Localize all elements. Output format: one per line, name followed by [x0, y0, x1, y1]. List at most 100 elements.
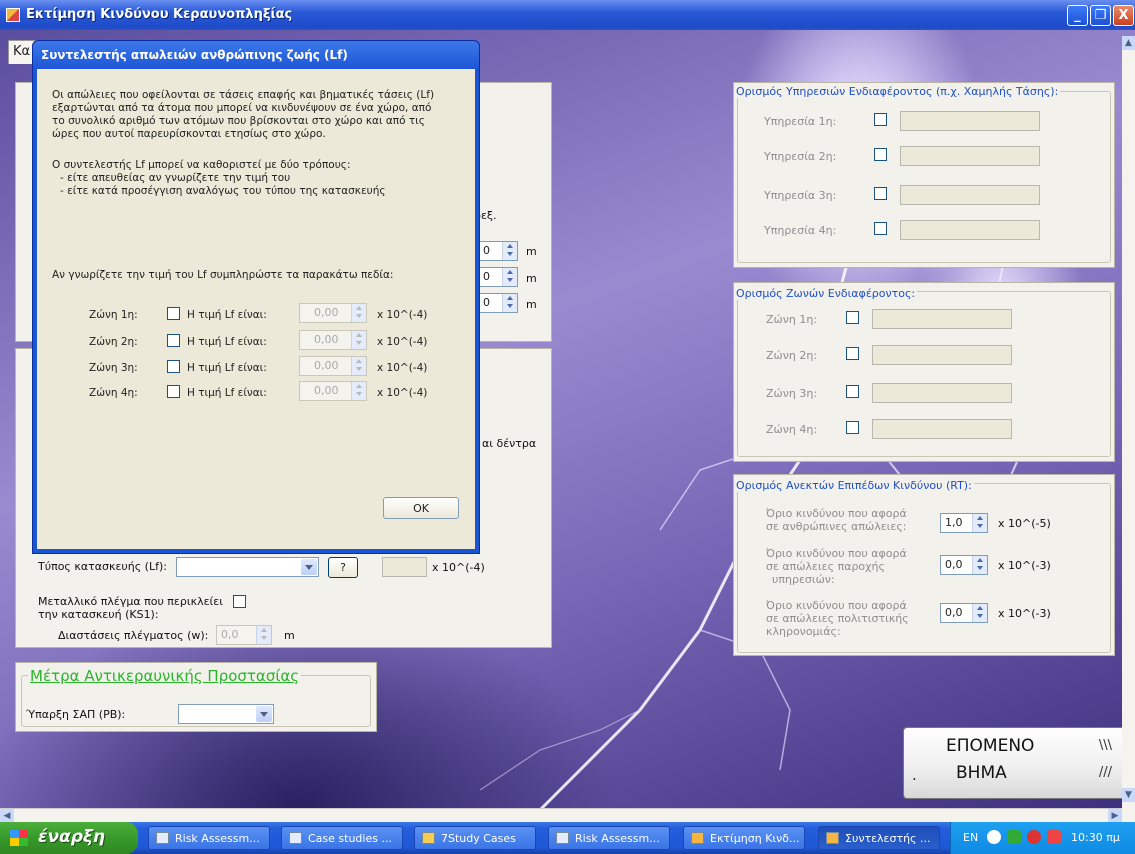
app-icon: [691, 832, 704, 844]
maximize-button[interactable]: ❐: [1090, 5, 1111, 26]
zone-3-field[interactable]: [872, 383, 1012, 403]
zone-2-unit: x 10^(-4): [377, 336, 428, 348]
services-panel: Ορισμός Υπηρεσιών Ενδιαφέροντος (π.χ. Χα…: [733, 82, 1115, 268]
dialog-title-bar: Συντελεστής απωλειών ανθρώπινης ζωής (Lf…: [33, 41, 479, 69]
zone-3-lf-spinner[interactable]: [351, 357, 366, 375]
minimize-button[interactable]: _: [1067, 5, 1088, 26]
ways-text: Ο συντελεστής Lf μπορεί να καθοριστεί με…: [52, 159, 351, 171]
service-2-field[interactable]: [900, 146, 1040, 166]
construction-type-select[interactable]: [176, 557, 319, 577]
mesh-dims-label: Διαστάσεις πλέγματος (w):: [58, 629, 209, 642]
zone-4-lf-checkbox[interactable]: [167, 385, 180, 398]
service-1-checkbox[interactable]: [874, 113, 887, 126]
zone-1-label: Ζώνη 1η:: [89, 309, 138, 321]
service-2-label: Υπηρεσία 2η:: [764, 150, 837, 163]
zone-3-checkbox[interactable]: [846, 385, 859, 398]
spinner[interactable]: [502, 268, 517, 286]
service-2-checkbox[interactable]: [874, 148, 887, 161]
risk-human-label: σε ανθρώπινες απώλειες:: [766, 520, 907, 533]
folder-icon: [422, 832, 435, 844]
zone-4-field[interactable]: [872, 419, 1012, 439]
service-4-field[interactable]: [900, 220, 1040, 240]
risk-human-label: Όριο κινδύνου που αφορά: [766, 507, 907, 520]
taskbar-item[interactable]: Risk Assessm...: [548, 826, 670, 850]
zone-1-lf-spinner[interactable]: [351, 304, 366, 322]
risk-heritage-label: Όριο κινδύνου που αφορά: [766, 599, 907, 612]
start-button[interactable]: έναρξη: [0, 822, 138, 854]
zone-3-lf-checkbox[interactable]: [167, 360, 180, 373]
zone-1-field[interactable]: [872, 309, 1012, 329]
intro-text: Οι απώλειες που οφείλονται σε τάσεις επα…: [52, 89, 435, 101]
zone-4-unit: x 10^(-4): [377, 387, 428, 399]
service-3-field[interactable]: [900, 185, 1040, 205]
zone-2-label: Ζώνη 2η:: [89, 336, 138, 348]
scroll-down-icon[interactable]: ▼: [1122, 788, 1135, 802]
protection-title: Μέτρα Αντικεραυνικής Προστασίας: [28, 667, 302, 685]
close-button[interactable]: X: [1113, 5, 1134, 26]
taskbar-item[interactable]: Risk Assessm...: [148, 826, 270, 850]
zone-2-field[interactable]: [872, 345, 1012, 365]
app-icon: [826, 832, 839, 844]
fragment-label: αι δέντρα: [482, 437, 537, 450]
tray-app-icon[interactable]: [1047, 830, 1061, 844]
service-1-label: Υπηρεσία 1η:: [764, 115, 837, 128]
taskbar-item[interactable]: 7Study Cases: [414, 826, 536, 850]
service-4-checkbox[interactable]: [874, 222, 887, 235]
scroll-up-icon[interactable]: ▲: [1122, 36, 1135, 50]
chevron-down-icon: [256, 706, 272, 722]
way-2-text: - είτε κατά προσέγγιση αναλόγως του τύπο…: [60, 185, 386, 197]
system-tray: EN 10:30 πμ: [950, 822, 1135, 854]
language-indicator[interactable]: EN: [963, 831, 978, 844]
zone-4-lf-spinner[interactable]: [351, 382, 366, 400]
next-label-1: ΕΠΟΜΕΝΟ: [946, 736, 1035, 756]
zone-1-checkbox[interactable]: [846, 311, 859, 324]
app-icon: [6, 8, 20, 22]
risk-heritage-spinner[interactable]: [972, 604, 987, 622]
sap-label: Ύπαρξη ΣΑΠ (PB):: [26, 708, 126, 721]
unit-label: m: [526, 298, 537, 311]
service-1-field[interactable]: [900, 111, 1040, 131]
zone-2-checkbox[interactable]: [846, 347, 859, 360]
construction-type-label: Τύπος κατασκευής (Lf):: [38, 560, 167, 573]
zone-4-label: Ζώνη 4η:: [89, 387, 138, 399]
mesh-label: Μεταλλικό πλέγμα που περικλείει: [38, 595, 223, 608]
intro-text: εξαρτώνται από τα άτομα που μπορεί να κι…: [52, 102, 432, 114]
help-button[interactable]: ?: [328, 557, 358, 578]
unit-label: m: [526, 245, 537, 258]
tray-security-icon[interactable]: [1027, 830, 1041, 844]
risk-heritage-label: σε απώλειες πολιτιστικής: [766, 612, 909, 625]
horizontal-scrollbar[interactable]: ◀ ▶: [0, 808, 1122, 823]
protection-panel: Μέτρα Αντικεραυνικής Προστασίας Ύπαρξη Σ…: [15, 662, 377, 732]
risk-service-spinner[interactable]: [972, 556, 987, 574]
taskbar-item[interactable]: Εκτίμηση Κινδ...: [683, 826, 805, 850]
zone-1-lf-checkbox[interactable]: [167, 307, 180, 320]
vertical-scrollbar[interactable]: ▲ ▼: [1122, 36, 1135, 822]
zone-4-check-label: Η τιμή Lf είναι:: [187, 387, 267, 399]
zone-2-lf-spinner[interactable]: [351, 331, 366, 349]
mesh-dims-spinner[interactable]: [256, 626, 271, 644]
zone-3-label: Ζώνη 3η:: [766, 387, 818, 400]
tray-arrow-icon[interactable]: [987, 830, 1001, 844]
taskbar-item-active[interactable]: Συντελεστής ...: [818, 826, 940, 850]
scroll-left-icon[interactable]: ◀: [0, 809, 14, 823]
risk-panel: Ορισμός Ανεκτών Επιπέδων Κινδύνου (RT): …: [733, 474, 1115, 656]
spinner[interactable]: [502, 294, 517, 312]
next-step-button[interactable]: ΕΠΟΜΕΝΟ ΒΗΜΑ \\\ /// .: [903, 727, 1127, 799]
ok-button[interactable]: OK: [383, 497, 459, 519]
mesh-checkbox[interactable]: [233, 595, 246, 608]
scroll-right-icon[interactable]: ▶: [1108, 809, 1122, 823]
service-3-checkbox[interactable]: [874, 187, 887, 200]
tray-network-icon[interactable]: [1007, 830, 1021, 844]
sap-select[interactable]: [178, 704, 274, 724]
risk-heritage-label: κληρονομιάς:: [766, 625, 841, 638]
risk-service-unit: x 10^(-3): [998, 559, 1051, 572]
way-1-text: - είτε απευθείας αν γνωρίζετε την τιμή τ…: [60, 172, 291, 184]
zones-panel: Ορισμός Ζωνών Ενδιαφέροντος: Ζώνη 1η: Ζώ…: [733, 282, 1115, 462]
zone-2-lf-checkbox[interactable]: [167, 334, 180, 347]
taskbar-item[interactable]: Case studies ...: [281, 826, 403, 850]
spinner[interactable]: [502, 242, 517, 260]
zone-4-checkbox[interactable]: [846, 421, 859, 434]
risk-human-spinner[interactable]: [972, 514, 987, 532]
taskbar: έναρξη Risk Assessm... Case studies ... …: [0, 822, 1135, 854]
document-icon: [289, 832, 302, 844]
